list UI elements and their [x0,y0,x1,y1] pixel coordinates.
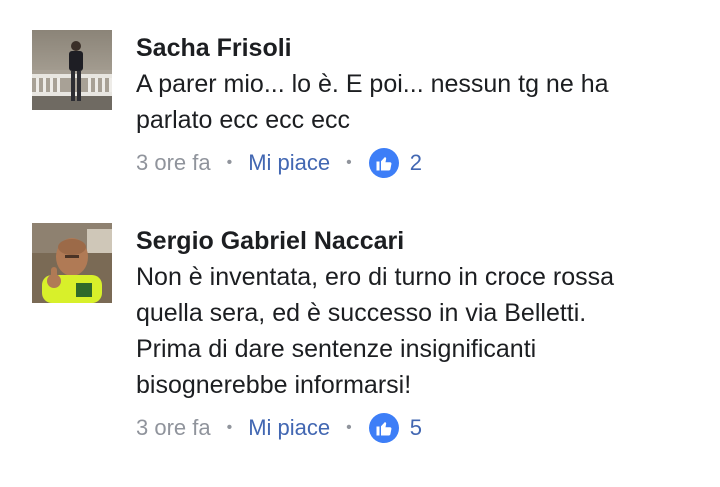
comment-text-line: bisognerebbe informarsi! [136,371,412,399]
comment-author[interactable]: Sacha Frisoli [136,30,706,66]
avatar[interactable] [32,30,112,110]
avatar[interactable] [32,223,112,303]
comment-author[interactable]: Sergio Gabriel Naccari [136,223,706,259]
comment-body: Sacha Frisoli A parer mio... lo è. E poi… [136,30,706,183]
comment-text: Non è inventata, ero di turno in croce r… [136,259,706,403]
comment-text-line: Non è inventata, ero di turno in croce r… [136,263,615,291]
like-button[interactable]: Mi piace [248,150,330,176]
comment-text-line: parlato ecc ecc ecc [136,106,350,134]
thumbs-up-icon[interactable] [368,148,399,178]
comment-text-line: A parer mio... lo è. E poi... nessun tg … [136,70,609,98]
avatar-photo [32,30,112,110]
comment-time[interactable]: 3 ore fa [136,415,211,441]
like-count[interactable]: 5 [410,415,422,441]
comment-text-line: Prima di dare sentenze insignificanti [136,335,537,363]
separator-dot: • [346,154,352,171]
comment-text: A parer mio... lo è. E poi... nessun tg … [136,66,706,138]
comment-text-line: quella sera, ed è successo in via Bellet… [136,299,587,327]
thumbs-up-icon[interactable] [368,413,399,443]
separator-dot: • [346,419,352,436]
comment-meta: 3 ore fa • Mi piace • 5 [136,408,706,448]
comment-meta: 3 ore fa • Mi piace • 2 [136,143,706,183]
comment-time[interactable]: 3 ore fa [136,150,211,176]
comment-body: Sergio Gabriel Naccari Non è inventata, … [136,223,706,448]
separator-dot: • [226,154,233,171]
separator-dot: • [226,419,233,436]
like-button[interactable]: Mi piace [248,415,330,441]
avatar-photo [32,223,112,303]
like-count[interactable]: 2 [410,150,422,176]
